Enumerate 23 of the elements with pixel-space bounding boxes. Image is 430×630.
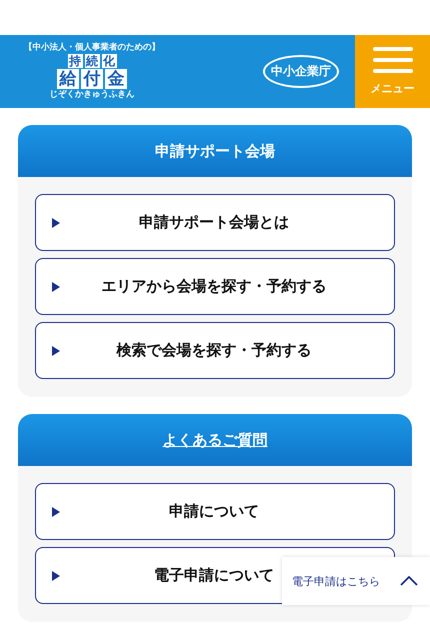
triangle-icon: [52, 346, 60, 356]
logo-character: 持: [68, 54, 82, 68]
triangle-icon: [52, 506, 60, 516]
logo-reading: じぞくかきゅうふきん: [50, 90, 134, 100]
logo-character: 化: [102, 54, 116, 68]
triangle-icon: [52, 570, 60, 580]
menu-icon: [372, 47, 412, 73]
logo-caption: 【中小法人・個人事業者のための】: [24, 44, 160, 52]
triangle-icon: [52, 218, 60, 228]
logo-character: 付: [81, 69, 103, 89]
chevron-up-icon: [400, 576, 418, 586]
logo-character: 金: [105, 69, 127, 89]
e-application-floating-menu[interactable]: 電子申請はこちら: [282, 557, 430, 605]
section-title-link[interactable]: よくあるご質問: [162, 430, 268, 450]
triangle-icon: [52, 282, 60, 292]
logo-character: 給: [57, 69, 79, 89]
link-button[interactable]: 申請について: [35, 483, 395, 540]
link-button[interactable]: 検索で会場を探す・予約する: [35, 322, 395, 379]
agency-logo[interactable]: 中小企業庁: [263, 55, 339, 88]
logo-character: 続: [84, 54, 100, 68]
section-title: 申請サポート会場: [155, 142, 275, 160]
link-button[interactable]: 申請サポート会場とは: [35, 194, 395, 251]
link-button[interactable]: エリアから会場を探す・予約する: [35, 258, 395, 315]
